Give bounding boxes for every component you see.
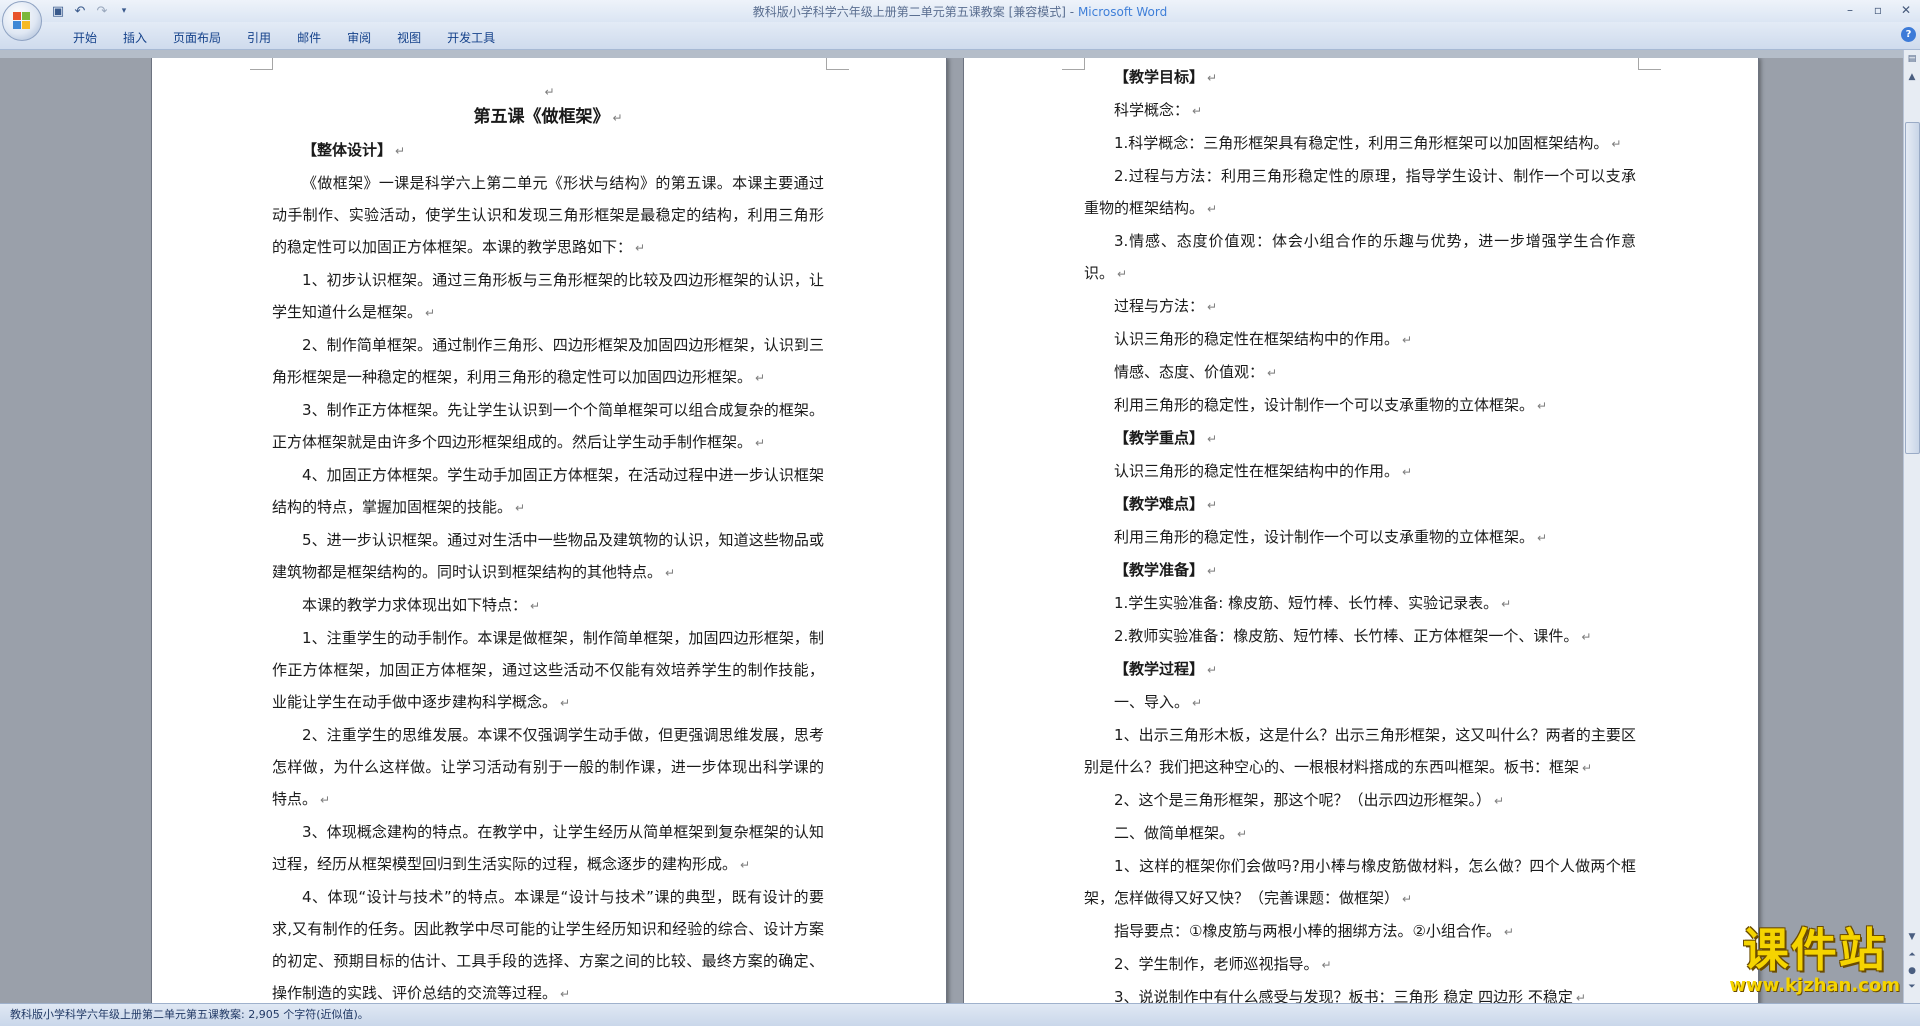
paragraph: 本课的教学力求体现出如下特点： ↵ xyxy=(302,596,541,614)
tab-references[interactable]: 引用 xyxy=(234,27,284,48)
tab-mailings[interactable]: 邮件 xyxy=(284,27,334,48)
watermark-title: 课件站 xyxy=(1742,923,1887,977)
paragraph: 科学概念： ↵ xyxy=(1114,101,1203,119)
margin-corner-mark xyxy=(250,58,273,70)
app-name: Microsoft Word xyxy=(1077,5,1168,19)
paragraph: 2.过程与方法：利用三角形稳定性的原理，指导学生设计、制作一个可以支承重物的框架… xyxy=(1084,167,1636,217)
margin-corner-mark xyxy=(826,58,849,70)
maximize-icon[interactable]: ▫ xyxy=(1864,0,1892,20)
office-logo-icon xyxy=(13,12,31,30)
paragraph: 认识三角形的稳定性在框架结构中的作用。 ↵ xyxy=(1114,330,1413,348)
section-heading: 【教学过程】 ↵ xyxy=(1114,660,1218,678)
section-heading: 【教学目标】 ↵ xyxy=(1114,68,1218,86)
status-text: 教科版小学科学六年级上册第二单元第五课教案: 2,905 个字符(近似值)。 xyxy=(10,1008,369,1021)
section-heading: 【整体设计】 ↵ xyxy=(302,141,406,159)
paragraph: 认识三角形的稳定性在框架结构中的作用。 ↵ xyxy=(1114,462,1413,480)
previous-page-icon[interactable]: ⏶ xyxy=(1905,948,1919,962)
paragraph: 情感、态度、价值观： ↵ xyxy=(1114,363,1278,381)
title-separator: - xyxy=(1065,5,1078,19)
margin-corner-mark xyxy=(1062,58,1085,70)
office-button[interactable] xyxy=(2,1,42,41)
paragraph: 1.学生实验准备: 橡皮筋、短竹棒、长竹棒、实验记录表。 ↵ xyxy=(1114,594,1512,612)
status-bar: 教科版小学科学六年级上册第二单元第五课教案: 2,905 个字符(近似值)。 xyxy=(0,1003,1920,1026)
minimize-icon[interactable]: – xyxy=(1836,0,1864,20)
margin-corner-mark xyxy=(1638,58,1661,70)
document-area[interactable]: ↵ 第五课《做框架》 ↵ 【整体设计】 ↵ 《做框架》一课是科学六上第二单元《形状与… xyxy=(0,58,1904,1003)
paragraph: 指导要点：①橡皮筋与两根小棒的捆绑方法。②小组合作。 ↵ xyxy=(1114,922,1514,940)
paragraph: 一、导入。 ↵ xyxy=(1114,693,1203,711)
paragraph: 3、说说制作中有什么感受与发现？板书：三角形 稳定 四边形 不稳定 ↵ xyxy=(1114,988,1586,1003)
window-controls: – ▫ ✕ xyxy=(1836,0,1920,20)
vertical-scrollbar[interactable]: ▤ ▲ ▼ ⏶ ● ⏷ xyxy=(1903,50,1920,1003)
paragraph: 2、注重学生的思维发展。本课不仅强调学生动手做，但更强调思维发展，思考怎样做，为… xyxy=(272,726,824,808)
document-title: 教科版小学科学六年级上册第二单元第五课教案 [兼容模式] xyxy=(752,5,1066,19)
scrollbar-thumb[interactable] xyxy=(1905,122,1920,454)
paragraph: 利用三角形的稳定性，设计制作一个可以支承重物的立体框架。 ↵ xyxy=(1114,528,1548,546)
page-content-right: 【教学目标】 ↵ 科学概念： ↵ 1.科学概念：三角形框架具有稳定性，利用三角形框架… xyxy=(1084,61,1636,1003)
window-title: 教科版小学科学六年级上册第二单元第五课教案 [兼容模式] - Microsoft… xyxy=(0,3,1920,20)
page-right[interactable]: 【教学目标】 ↵ 科学概念： ↵ 1.科学概念：三角形框架具有稳定性，利用三角形框架… xyxy=(964,58,1758,1003)
empty-paragraph-mark: ↵ xyxy=(544,85,555,99)
tab-view[interactable]: 视图 xyxy=(384,27,434,48)
section-heading: 【教学准备】 ↵ xyxy=(1114,561,1218,579)
lesson-title: 第五课《做框架》 ↵ xyxy=(473,107,623,127)
tab-insert[interactable]: 插入 xyxy=(110,27,160,48)
close-icon[interactable]: ✕ xyxy=(1892,0,1920,20)
paragraph: 1.科学概念：三角形框架具有稳定性，利用三角形框架可以加固框架结构。 ↵ xyxy=(1114,134,1622,152)
browse-object-icon[interactable]: ● xyxy=(1905,964,1919,978)
paragraph: 利用三角形的稳定性，设计制作一个可以支承重物的立体框架。 ↵ xyxy=(1114,396,1548,414)
paragraph: 2、这个是三角形框架，那这个呢？（出示四边形框架。） ↵ xyxy=(1114,791,1505,809)
section-heading: 【教学重点】 ↵ xyxy=(1114,429,1218,447)
scroll-down-icon[interactable]: ▼ xyxy=(1905,930,1919,944)
paragraph: 过程与方法： ↵ xyxy=(1114,297,1218,315)
paragraph: 2、制作简单框架。通过制作三角形、四边形框架及加固四边形框架，认识到三角形框架是… xyxy=(272,336,824,386)
scroll-up-icon[interactable]: ▲ xyxy=(1905,70,1919,84)
watermark-url: www.kjzhan.com xyxy=(1729,975,1900,996)
paragraph: 1、这样的框架你们会做吗?用小棒与橡皮筋做材料，怎么做？四个人做两个框架，怎样做… xyxy=(1084,857,1636,907)
paragraph: 2.教师实验准备：橡皮筋、短竹棒、长竹棒、正方体框架一个、课件。 ↵ xyxy=(1114,627,1592,645)
paragraph: 4、体现“设计与技术”的特点。本课是“设计与技术”课的典型，既有设计的要求,又有… xyxy=(272,888,824,1002)
next-page-icon[interactable]: ⏷ xyxy=(1905,980,1919,994)
paragraph: 3.情感、态度价值观：体会小组合作的乐趣与优势，进一步增强学生合作意识。 ↵ xyxy=(1084,232,1636,282)
paragraph: 1、出示三角形木板，这是什么？出示三角形框架，这又叫什么？两者的主要区别是什么？… xyxy=(1084,726,1636,776)
ribbon: 开始 插入 页面布局 引用 邮件 审阅 视图 开发工具 ? xyxy=(0,22,1920,50)
paragraph: 1、注重学生的动手制作。本课是做框架，制作简单框架，加固四边形框架，制作正方体框… xyxy=(272,629,824,711)
tab-page-layout[interactable]: 页面布局 xyxy=(160,27,234,48)
paragraph: 《做框架》一课是科学六上第二单元《形状与结构》的第五课。本课主要通过动手制作、实… xyxy=(272,174,824,256)
section-heading: 【教学难点】 ↵ xyxy=(1114,495,1218,513)
tab-review[interactable]: 审阅 xyxy=(334,27,384,48)
title-bar: ▣ ↶ ↷ ▾ 教科版小学科学六年级上册第二单元第五课教案 [兼容模式] - M… xyxy=(0,0,1920,41)
ruler-toggle-icon[interactable]: ▤ xyxy=(1905,52,1919,66)
ribbon-tabs: 开始 插入 页面布局 引用 邮件 审阅 视图 开发工具 xyxy=(60,27,508,48)
paragraph: 3、制作正方体框架。先让学生认识到一个个简单框架可以组合成复杂的框架。正方体框架… xyxy=(272,401,824,451)
paragraph: 3、体现概念建构的特点。在教学中，让学生经历从简单框架到复杂框架的认知过程，经历… xyxy=(272,823,824,873)
paragraph: 二、做简单框架。 ↵ xyxy=(1114,824,1248,842)
page-left[interactable]: ↵ 第五课《做框架》 ↵ 【整体设计】 ↵ 《做框架》一课是科学六上第二单元《形状与… xyxy=(152,58,946,1003)
help-icon[interactable]: ? xyxy=(1901,27,1916,42)
watermark-logo: 课件站 www.kjzhan.com xyxy=(1729,924,1900,996)
page-content-left: ↵ 第五课《做框架》 ↵ 【整体设计】 ↵ 《做框架》一课是科学六上第二单元《形状与… xyxy=(272,81,824,1003)
paragraph: 1、初步认识框架。通过三角形板与三角形框架的比较及四边形框架的认识，让学生知道什… xyxy=(272,271,824,321)
paragraph: 4、加固正方体框架。学生动手加固正方体框架，在活动过程中进一步认识框架结构的特点… xyxy=(272,466,824,516)
paragraph: 2、学生制作，老师巡视指导。 ↵ xyxy=(1114,955,1332,973)
ruler-strip xyxy=(0,50,1904,58)
tab-developer[interactable]: 开发工具 xyxy=(434,27,508,48)
paragraph: 5、进一步认识框架。通过对生活中一些物品及建筑物的认识，知道这些物品或建筑物都是… xyxy=(272,531,824,581)
tab-home[interactable]: 开始 xyxy=(60,27,110,48)
